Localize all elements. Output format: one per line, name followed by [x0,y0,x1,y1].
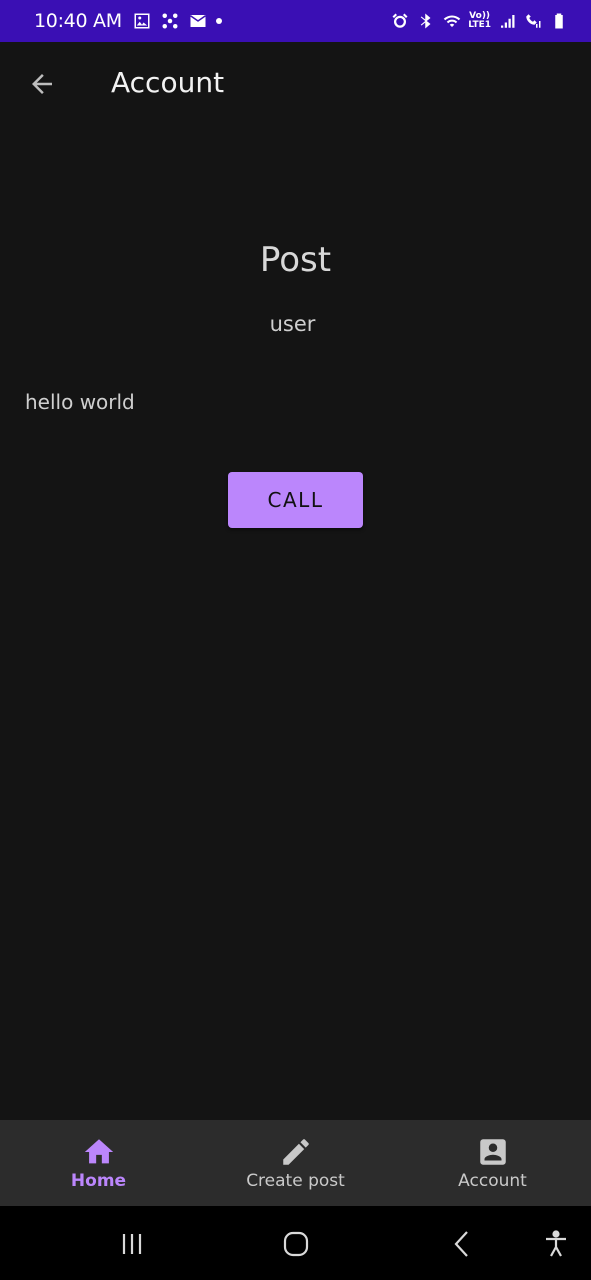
nav-label-create-post: Create post [246,1171,345,1191]
account-box-icon [479,1139,506,1165]
status-time: 10:40 AM [34,10,122,32]
nav-label-home: Home [70,1171,127,1191]
battery-icon [549,11,569,31]
mail-icon [188,11,208,31]
arrow-back-icon [32,74,52,94]
post-user: user [269,312,316,336]
home-system-button[interactable] [278,1228,314,1260]
home-circle-icon [283,1231,309,1257]
back-system-button[interactable] [444,1228,480,1260]
post-title: Post [259,240,332,280]
recent-apps-icon [122,1234,142,1254]
call-signal-icon [523,11,543,31]
back-button[interactable] [22,64,62,104]
status-right: Vo)) LTE1 [390,11,569,31]
app-bar: Account [0,42,591,128]
recent-apps-button[interactable] [114,1228,150,1260]
bottom-nav: Home Create post Account [0,1120,591,1206]
nav-label-account: Account [458,1171,527,1191]
back-chevron-icon [454,1231,468,1257]
wifi-icon [442,11,462,31]
home-icon [84,1139,113,1164]
dot-icon [215,18,222,24]
lte-indicator: Vo)) LTE1 [468,12,491,30]
fan-icon [160,11,180,31]
status-bar: 10:40 AM Vo)) LTE1 [0,0,591,42]
accessibility-button[interactable] [538,1228,574,1260]
bluetooth-icon [416,11,436,31]
nav-item-create-post[interactable]: Create post [197,1120,394,1206]
image-icon [132,11,152,31]
page-title: Account [111,66,225,99]
nav-item-account[interactable]: Account [394,1120,591,1206]
status-left: 10:40 AM [34,10,222,32]
post-body: hello world [25,390,135,414]
nav-item-home[interactable]: Home [0,1120,197,1206]
alarm-icon [390,11,410,31]
notification-icons [132,11,222,31]
call-button[interactable]: CALL [228,472,363,528]
lte-bottom: LTE1 [468,20,491,30]
pencil-icon [282,1139,309,1165]
system-nav-bar [0,1206,591,1280]
signal-icon [497,11,517,31]
accessibility-icon [546,1230,566,1257]
